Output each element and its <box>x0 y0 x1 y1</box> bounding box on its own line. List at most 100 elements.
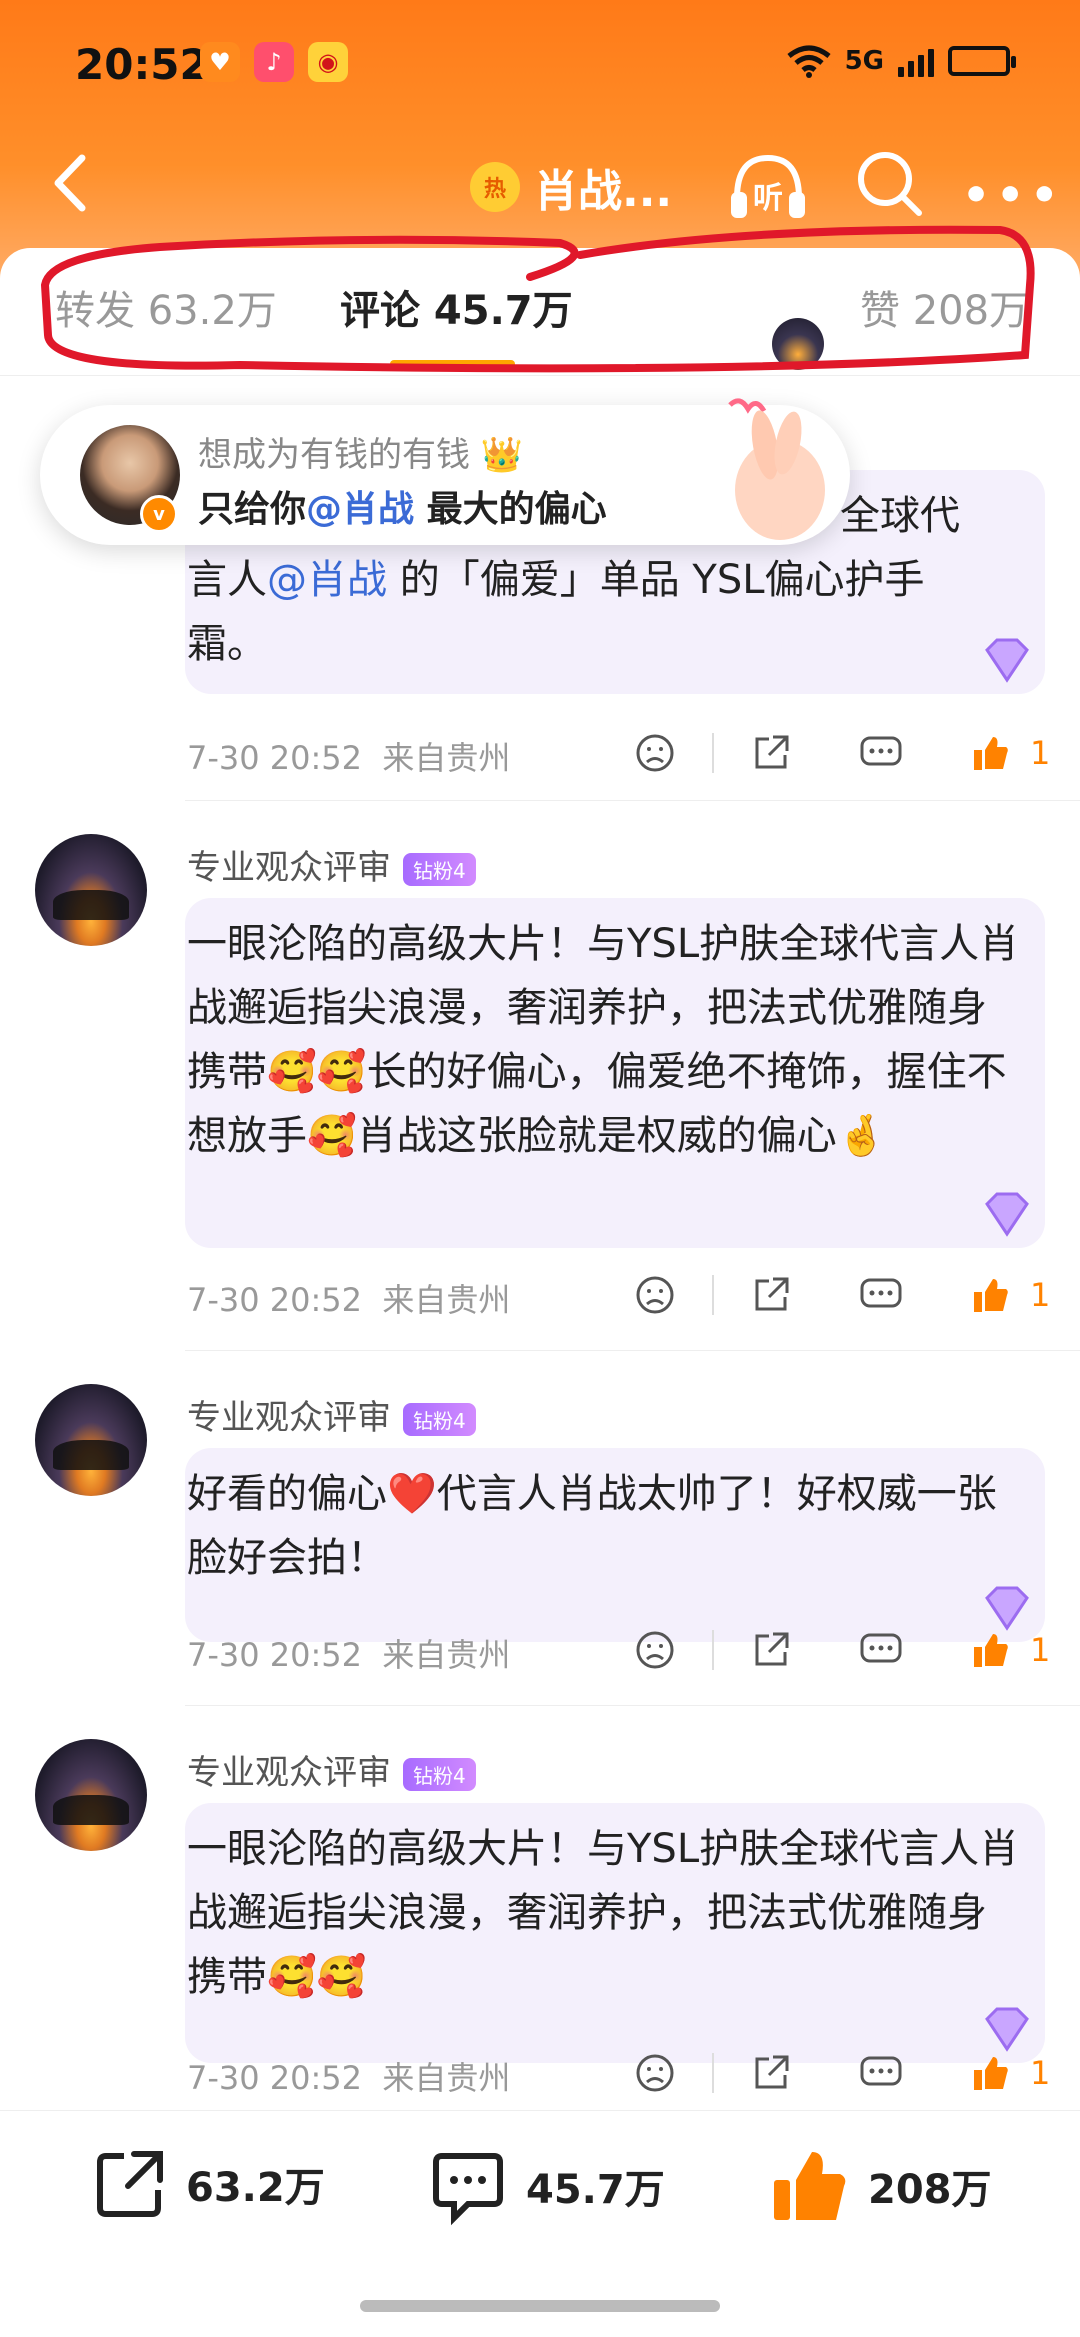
username-text: 专业观众评审 <box>187 1753 391 1793</box>
comment-actions: 1 <box>630 2048 1050 2098</box>
comment-username[interactable]: 专业观众评审 钻粉4 <box>187 1390 476 1439</box>
dislike-icon[interactable] <box>630 2048 680 2098</box>
like-icon[interactable] <box>966 728 1016 778</box>
like-button[interactable]: 208万 <box>770 2146 992 2226</box>
battery-icon <box>948 46 1016 76</box>
username-text: 专业观众评审 <box>187 1398 391 1438</box>
music-app-icon: ♪ <box>254 42 294 82</box>
user-avatar[interactable] <box>35 1384 147 1496</box>
comment-text-fragment: 言人 <box>187 557 267 603</box>
bottom-action-bar: 63.2万 45.7万 208万 <box>0 2110 1080 2271</box>
comment-time: 7-30 20:52 <box>187 1636 363 1674</box>
comment-time: 7-30 20:52 <box>187 2059 363 2097</box>
reply-icon[interactable] <box>856 1625 906 1675</box>
comment-text: 一眼沦陷的高级大片！与YSL护肤全球代言人肖战邂逅指尖浪漫，奢润养护，把法式优雅… <box>187 921 1020 1159</box>
network-type: 5G <box>844 46 884 76</box>
reply-icon[interactable] <box>856 2048 906 2098</box>
comment-bubble: 一眼沦陷的高级大片！与YSL护肤全球代言人肖战邂逅指尖浪漫，奢润养护，把法式优雅… <box>185 898 1045 1248</box>
share-icon[interactable] <box>746 1625 796 1675</box>
popup-text: 只给你 <box>198 489 307 530</box>
user-avatar[interactable] <box>35 1739 147 1851</box>
repost-icon <box>97 2151 163 2217</box>
comment-time: 7-30 20:52 <box>187 739 363 777</box>
diamond-decoration-icon <box>985 638 1029 683</box>
comment-username[interactable]: 专业观众评审 钻粉4 <box>187 1745 476 1794</box>
like-icon[interactable] <box>966 2048 1016 2098</box>
comment-text-fragment: 的「偏爱」单品 YSL偏心护手 <box>387 557 925 603</box>
comment-meta: 7-30 20:52 来自贵州 <box>187 1275 510 1321</box>
mention-link[interactable]: @肖战 <box>267 557 387 603</box>
finger-heart-icon <box>728 398 825 540</box>
thumbs-up-icon <box>774 2152 846 2220</box>
mention-link[interactable]: @肖战 <box>306 489 414 530</box>
username-text: 专业观众评审 <box>187 848 391 888</box>
comment-item: 专业观众评审 钻粉4 一眼沦陷的高级大片！与YSL护肤全球代言人肖战邂逅指尖浪漫，… <box>0 1735 1080 2115</box>
dislike-icon[interactable] <box>630 1270 680 1320</box>
like-icon[interactable] <box>966 1625 1016 1675</box>
home-indicator[interactable] <box>360 2300 720 2312</box>
dislike-icon[interactable] <box>630 1625 680 1675</box>
topic-title[interactable]: 热 肖战... <box>470 155 672 219</box>
wifi-icon <box>787 45 831 78</box>
comment-bubble: 好看的偏心❤️代言人肖战太帅了！好权威一张脸好会拍！ <box>185 1448 1045 1642</box>
comment-divider <box>185 800 1080 801</box>
dislike-icon[interactable] <box>630 728 680 778</box>
search-icon[interactable] <box>853 147 925 219</box>
signal-icon <box>898 45 934 77</box>
status-app-icons: ♥ ♪ ◉ <box>200 42 348 82</box>
comment-actions: 1 <box>630 1625 1050 1675</box>
comment-item: 专业观众评审 钻粉4 好看的偏心❤️代言人肖战太帅了！好权威一张脸好会拍！ 7-3… <box>0 1380 1080 1706</box>
popup-subtitle: 想成为有钱的有钱 👑 <box>198 435 524 475</box>
user-avatar[interactable] <box>35 834 147 946</box>
status-time: 20:52 <box>75 40 209 89</box>
comment-actions: 1 <box>630 728 1050 778</box>
comment-item: 专业观众评审 钻粉4 一眼沦陷的高级大片！与YSL护肤全球代言人肖战邂逅指尖浪漫，… <box>0 830 1080 1351</box>
comment-text-line2: 言人@肖战 的「偏爱」单品 YSL偏心护手 <box>185 548 1045 612</box>
comment-username[interactable]: 专业观众评审 钻粉4 <box>187 840 476 889</box>
comment-text: 一眼沦陷的高级大片！与YSL护肤全球代言人肖战邂逅指尖浪漫，奢润养护，把法式优雅… <box>187 1826 1020 2000</box>
weibo-app-icon: ◉ <box>308 42 348 82</box>
comment-location: 来自贵州 <box>382 739 511 777</box>
fan-level-badge: 钻粉4 <box>403 853 476 886</box>
fan-level-badge: 钻粉4 <box>403 1403 476 1436</box>
comment-location: 来自贵州 <box>382 1281 511 1319</box>
comment-icon <box>433 2153 503 2226</box>
comment-meta: 7-30 20:52 来自贵州 <box>187 733 510 779</box>
reply-icon[interactable] <box>856 728 906 778</box>
comment-button[interactable]: 45.7万 <box>428 2146 665 2226</box>
share-icon[interactable] <box>746 728 796 778</box>
verified-badge-icon: v <box>140 495 178 533</box>
like-count: 208万 <box>868 2167 992 2213</box>
reply-icon[interactable] <box>856 1270 906 1320</box>
comment-divider <box>185 1705 1080 1706</box>
heart-app-icon: ♥ <box>200 42 240 82</box>
like-icon[interactable] <box>966 1270 1016 1320</box>
comment-text-line3: 霜。 <box>187 621 267 667</box>
like-count: 1 <box>1030 2054 1051 2092</box>
like-count: 1 <box>1030 1276 1051 1314</box>
comment-meta: 7-30 20:52 来自贵州 <box>187 1630 510 1676</box>
comment-divider <box>185 1350 1080 1351</box>
comment-text: 好看的偏心❤️代言人肖战太帅了！好权威一张脸好会拍！ <box>187 1471 997 1581</box>
comment-location: 来自贵州 <box>382 1636 511 1674</box>
more-icon[interactable]: ••• <box>962 170 1064 221</box>
popup-message: 只给你@肖战 最大的偏心 <box>198 480 607 532</box>
share-icon[interactable] <box>746 1270 796 1320</box>
headphones-icon[interactable]: 听 <box>727 150 809 222</box>
diamond-decoration-icon <box>985 1192 1029 1237</box>
listen-label: 听 <box>753 181 783 216</box>
repost-button[interactable]: 63.2万 <box>92 2146 325 2222</box>
red-annotation-circle <box>40 225 1035 373</box>
hot-badge-icon: 热 <box>470 162 520 212</box>
like-count: 1 <box>1030 734 1051 772</box>
share-icon[interactable] <box>746 2048 796 2098</box>
back-icon[interactable] <box>38 148 108 218</box>
comment-time: 7-30 20:52 <box>187 1281 363 1319</box>
tab-divider <box>0 375 1080 376</box>
comment-count: 45.7万 <box>526 2167 665 2213</box>
comment-bubble: 一眼沦陷的高级大片！与YSL护肤全球代言人肖战邂逅指尖浪漫，奢润养护，把法式优雅… <box>185 1803 1045 2063</box>
popup-text: 最大的偏心 <box>414 489 607 530</box>
status-bar: 20:52 ♥ ♪ ◉ 5G <box>0 0 1080 130</box>
fan-level-badge: 钻粉4 <box>403 1758 476 1791</box>
comment-location: 来自贵州 <box>382 2059 511 2097</box>
